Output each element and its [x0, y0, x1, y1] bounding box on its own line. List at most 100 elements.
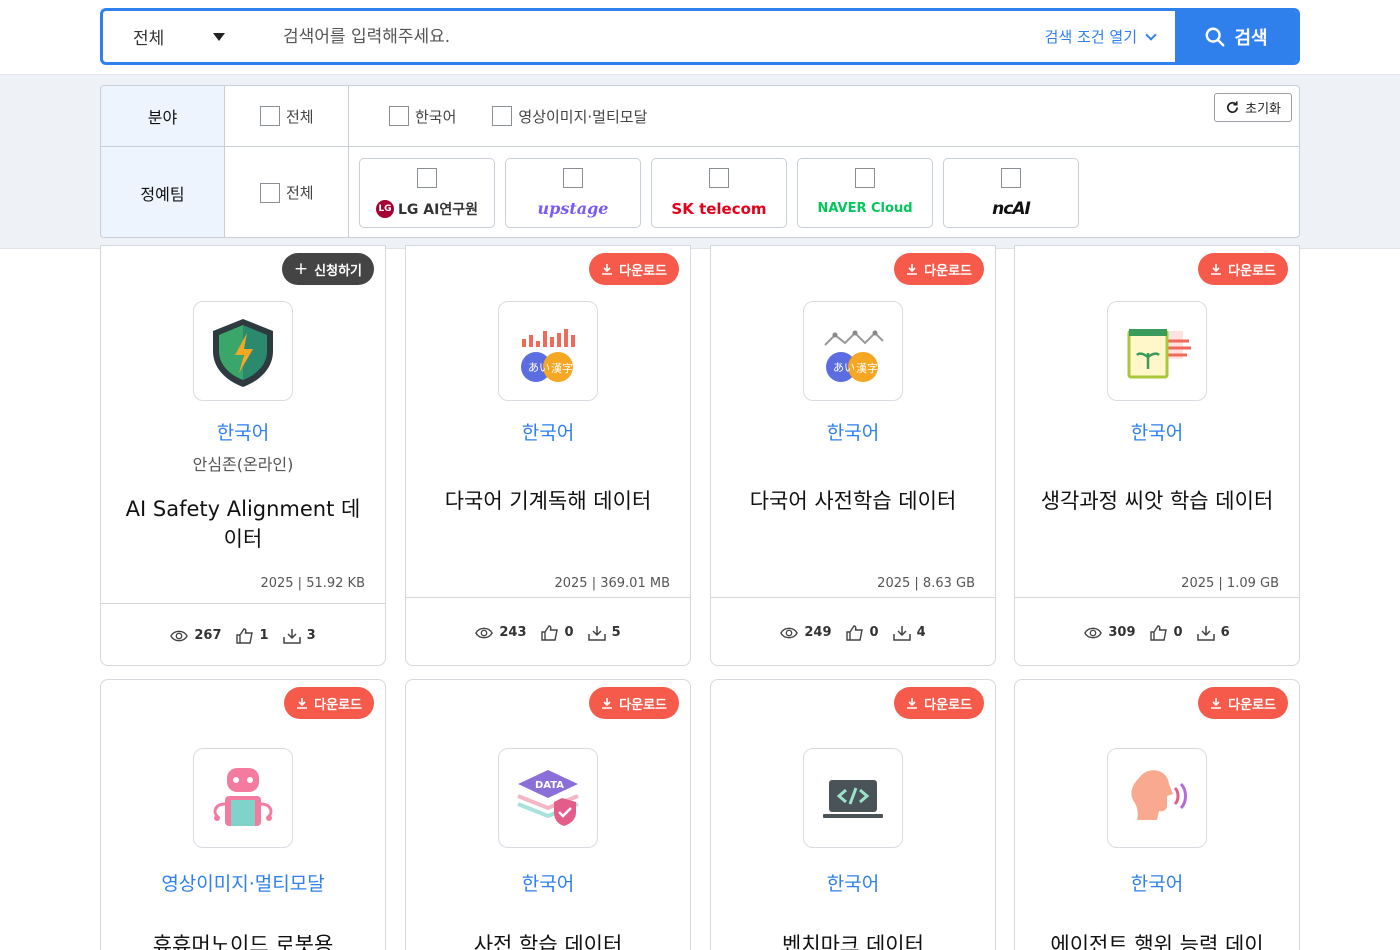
- checkbox-icon: [389, 106, 409, 126]
- dataset-card[interactable]: 다운로드 あい 漢字 한국어 다국어 기계독해 데이터 2025 | 369.01…: [405, 245, 691, 666]
- dataset-meta: 2025 | 369.01 MB: [554, 576, 670, 591]
- downloads-count: 4: [916, 625, 926, 640]
- dataset-thumbnail: [1107, 301, 1207, 401]
- thumbs-up-icon: [235, 627, 253, 644]
- ncai-logo: ncAI: [992, 198, 1031, 219]
- badge-label: 다운로드: [619, 263, 667, 279]
- download-button[interactable]: 다운로드: [1198, 253, 1288, 285]
- dataset-thumbnail: あい 漢字: [498, 301, 598, 401]
- dataset-stats: 249 0 4: [711, 597, 995, 665]
- eye-icon: [780, 627, 799, 638]
- filter-header-team: 정예팀: [101, 147, 225, 237]
- downloads-count: 3: [306, 628, 316, 643]
- dataset-card[interactable]: 다운로드 한국어 에이전트 행위 능력 데이: [1014, 679, 1300, 950]
- thumbs-up-icon: [540, 624, 558, 641]
- field-all-checkbox[interactable]: 전체: [225, 86, 349, 146]
- badge-label: 다운로드: [314, 697, 362, 713]
- dataset-thumbnail: [1107, 748, 1207, 848]
- download-button[interactable]: 다운로드: [589, 253, 679, 285]
- team-option-skt[interactable]: SK telecom: [651, 157, 787, 228]
- dataset-title[interactable]: 다국어 기계독해 데이터: [406, 486, 690, 516]
- thumbs-up-icon: [1149, 624, 1167, 641]
- likes-count: 0: [564, 625, 574, 640]
- dataset-title[interactable]: 사전 학습 데이터: [406, 930, 690, 950]
- field-option-korean[interactable]: 한국어: [389, 106, 456, 127]
- dataset-thumbnail: [193, 301, 293, 401]
- dataset-card[interactable]: 다운로드 한국어 벤치마크 데이터: [710, 679, 996, 950]
- filter-panel: 분야 전체 한국어 영상이미지·멀티모달 초기화 정예팀 전체 LG LG AI…: [100, 85, 1300, 238]
- download-count-icon: [587, 625, 606, 641]
- dataset-title[interactable]: 다국어 사전학습 데이터: [711, 486, 995, 516]
- download-button[interactable]: 다운로드: [894, 687, 984, 719]
- dataset-card[interactable]: 다운로드 한국어 생각과정 씨앗 학습 데이터 2025 | 1.09 GB 3…: [1014, 245, 1300, 666]
- download-button[interactable]: 다운로드: [1198, 687, 1288, 719]
- dataset-org: 안심존(온라인): [192, 455, 294, 474]
- likes-count: 0: [869, 625, 879, 640]
- thumbs-up-icon: [845, 624, 863, 641]
- dataset-category: 한국어: [1130, 422, 1184, 444]
- team-option-naver[interactable]: NAVER Cloud: [797, 157, 933, 228]
- apply-button[interactable]: + 신청하기: [281, 253, 374, 285]
- plus-icon: +: [293, 259, 309, 279]
- dataset-title[interactable]: 벤치마크 데이터: [711, 930, 995, 950]
- download-icon: [907, 698, 918, 709]
- search-input[interactable]: [253, 11, 1045, 62]
- team-all-checkbox[interactable]: 전체: [225, 147, 349, 237]
- team-option-lg[interactable]: LG LG AI연구원: [359, 157, 495, 228]
- dataset-category: 한국어: [826, 422, 880, 444]
- multilingual-line-icon: あい 漢字: [824, 330, 884, 382]
- download-button[interactable]: 다운로드: [894, 253, 984, 285]
- views-count: 267: [194, 628, 222, 643]
- search-bar: 전체 검색 조건 열기 검색: [100, 8, 1300, 65]
- dataset-thumbnail: あい 漢字: [803, 301, 903, 401]
- chevron-down-icon: [1145, 28, 1157, 41]
- svg-text:漢字: 漢字: [551, 361, 573, 375]
- checkbox-icon: [492, 106, 513, 126]
- checkbox-icon: [563, 167, 583, 188]
- badge-label: 다운로드: [1228, 697, 1276, 713]
- search-conditions-toggle[interactable]: 검색 조건 열기: [1045, 26, 1175, 47]
- dataset-category: 영상이미지·멀티모달: [161, 873, 325, 895]
- dataset-thumbnail: DATA: [498, 748, 598, 848]
- scope-select[interactable]: 전체: [103, 11, 253, 62]
- dataset-title[interactable]: 휴휴머노이드 로봇용: [101, 930, 385, 950]
- likes-count: 0: [1173, 625, 1183, 640]
- dataset-category: 한국어: [1130, 873, 1184, 895]
- team-all-label: 전체: [286, 184, 314, 202]
- badge-label: 신청하기: [314, 263, 362, 279]
- field-option-multimodal[interactable]: 영상이미지·멀티모달: [492, 106, 647, 127]
- dataset-card[interactable]: 다운로드 あい 漢字 한국어 다국어 사전학습 데이터 2025 | 8.63 G…: [710, 245, 996, 666]
- badge-label: 다운로드: [924, 263, 972, 279]
- download-count-icon: [1196, 625, 1215, 641]
- dataset-card[interactable]: 다운로드 DATA 한국어 사전 학습 데이터: [405, 679, 691, 950]
- download-button[interactable]: 다운로드: [589, 687, 679, 719]
- scope-select-value: 전체: [133, 29, 165, 49]
- dataset-card[interactable]: + 신청하기 한국어 안심존(온라인) AI Safety Alignment 데…: [100, 245, 386, 666]
- search-icon: [1205, 27, 1225, 46]
- dataset-title[interactable]: 에이전트 행위 능력 데이: [1015, 930, 1299, 950]
- download-icon: [907, 264, 918, 275]
- dataset-thumbnail: [193, 748, 293, 848]
- svg-text:あい: あい: [528, 361, 550, 374]
- refresh-icon: [1227, 101, 1239, 113]
- download-icon: [1211, 264, 1222, 275]
- team-option-upstage[interactable]: upstage: [505, 157, 641, 228]
- download-count-icon: [892, 625, 911, 641]
- top-bar: 전체 검색 조건 열기 검색: [0, 0, 1400, 75]
- filter-row-field: 분야 전체 한국어 영상이미지·멀티모달 초기화: [101, 86, 1299, 147]
- search-button[interactable]: 검색: [1175, 11, 1297, 62]
- seed-packet-icon: [1127, 329, 1191, 379]
- team-option-nc[interactable]: ncAI: [943, 157, 1079, 228]
- views-count: 249: [804, 625, 832, 640]
- field-option-label: 한국어: [415, 107, 457, 126]
- dataset-card[interactable]: 다운로드 영상이미지·멀티모달 휴휴머노이드 로봇용: [100, 679, 386, 950]
- field-all-label: 전체: [286, 107, 314, 126]
- dataset-title[interactable]: AI Safety Alignment 데이터: [101, 494, 385, 554]
- search-conditions-label: 검색 조건 열기: [1044, 28, 1137, 46]
- download-button[interactable]: 다운로드: [284, 687, 374, 719]
- svg-text:漢字: 漢字: [856, 361, 878, 375]
- dataset-category: 한국어: [521, 873, 575, 895]
- reset-button[interactable]: 초기화: [1214, 93, 1292, 122]
- checkbox-icon: [1001, 167, 1021, 188]
- dataset-title[interactable]: 생각과정 씨앗 학습 데이터: [1015, 486, 1299, 516]
